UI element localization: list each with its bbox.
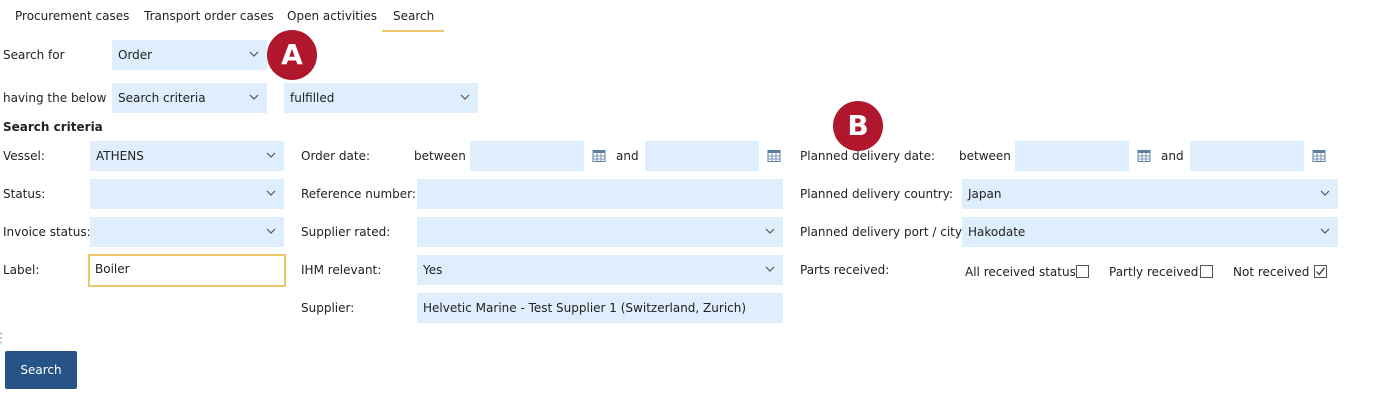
calendar-icon[interactable] bbox=[592, 149, 606, 163]
section-title: Search criteria bbox=[3, 120, 103, 134]
chevron-down-icon bbox=[1320, 228, 1330, 234]
reference-number-input[interactable] bbox=[417, 179, 783, 209]
chevron-down-icon bbox=[249, 51, 259, 57]
criteria-value: Search criteria bbox=[118, 91, 206, 105]
planned-delivery-date-to-input[interactable] bbox=[1190, 141, 1304, 171]
partly-received-checkbox[interactable] bbox=[1200, 265, 1213, 278]
order-date-and: and bbox=[616, 149, 639, 163]
partly-received-label: Partly received bbox=[1109, 265, 1199, 279]
chevron-down-icon bbox=[1320, 190, 1330, 196]
vessel-value: ATHENS bbox=[96, 149, 144, 163]
planned-delivery-country-value: Japan bbox=[968, 187, 1002, 201]
tab-procurement-cases[interactable]: Procurement cases bbox=[4, 0, 140, 32]
planned-delivery-date-between: between bbox=[959, 149, 1011, 163]
tab-open-activities[interactable]: Open activities bbox=[276, 0, 388, 32]
status-select[interactable] bbox=[90, 179, 284, 209]
ihm-relevant-select[interactable]: Yes bbox=[417, 255, 783, 285]
order-date-to-input[interactable] bbox=[645, 141, 759, 171]
chevron-down-icon bbox=[266, 228, 276, 234]
search-button[interactable]: Search bbox=[5, 351, 77, 389]
calendar-icon[interactable] bbox=[1137, 149, 1151, 163]
search-for-select[interactable]: Order bbox=[112, 40, 267, 70]
fulfillment-value: fulfilled bbox=[290, 91, 335, 105]
criteria-select[interactable]: Search criteria bbox=[112, 83, 267, 113]
vessel-label: Vessel: bbox=[3, 149, 45, 163]
fulfillment-select[interactable]: fulfilled bbox=[284, 83, 478, 113]
planned-delivery-country-label: Planned delivery country: bbox=[800, 187, 954, 201]
order-date-between: between bbox=[414, 149, 466, 163]
having-label: having the below bbox=[3, 91, 107, 105]
planned-delivery-country-select[interactable]: Japan bbox=[962, 179, 1338, 209]
all-received-status-checkbox[interactable] bbox=[1076, 265, 1089, 278]
invoice-status-select[interactable] bbox=[90, 217, 284, 247]
ihm-relevant-label: IHM relevant: bbox=[301, 263, 382, 277]
order-date-from-input[interactable] bbox=[470, 141, 584, 171]
not-received-checkbox[interactable] bbox=[1314, 265, 1327, 278]
supplier-rated-label: Supplier rated: bbox=[301, 225, 391, 239]
ihm-relevant-value: Yes bbox=[423, 263, 443, 277]
invoice-status-label: Invoice status: bbox=[3, 225, 91, 239]
planned-delivery-date-from-input[interactable] bbox=[1015, 141, 1129, 171]
chevron-down-icon bbox=[765, 266, 775, 272]
planned-delivery-port-select[interactable]: Hakodate bbox=[962, 217, 1338, 247]
calendar-icon[interactable] bbox=[1312, 149, 1326, 163]
partly-received-option[interactable]: Partly received bbox=[1109, 257, 1198, 287]
all-received-status-label: All received status bbox=[965, 265, 1076, 279]
tab-search[interactable]: Search bbox=[382, 0, 444, 32]
planned-delivery-port-label: Planned delivery port / city: bbox=[800, 225, 966, 239]
chevron-down-icon bbox=[266, 190, 276, 196]
annotation-marker-a: A bbox=[267, 30, 317, 80]
not-received-label: Not received bbox=[1233, 265, 1310, 279]
order-date-label: Order date: bbox=[301, 149, 371, 163]
reference-number-label: Reference number: bbox=[301, 187, 416, 201]
calendar-icon[interactable] bbox=[767, 149, 781, 163]
chevron-down-icon bbox=[765, 228, 775, 234]
supplier-input[interactable]: Helvetic Marine - Test Supplier 1 (Switz… bbox=[417, 293, 783, 323]
chevron-down-icon bbox=[266, 152, 276, 158]
planned-delivery-date-and: and bbox=[1161, 149, 1184, 163]
label-label: Label: bbox=[3, 263, 40, 277]
parts-received-label: Parts received: bbox=[800, 263, 890, 277]
search-for-label: Search for bbox=[3, 48, 65, 62]
chevron-down-icon bbox=[249, 94, 259, 100]
all-received-status-option[interactable]: All received status bbox=[965, 257, 1076, 287]
chevron-down-icon bbox=[460, 94, 470, 100]
search-for-value: Order bbox=[118, 48, 153, 62]
planned-delivery-port-value: Hakodate bbox=[968, 225, 1026, 239]
supplier-value: Helvetic Marine - Test Supplier 1 (Switz… bbox=[423, 301, 747, 315]
not-received-option[interactable]: Not received bbox=[1233, 257, 1309, 287]
label-input-value: Boiler bbox=[95, 262, 130, 276]
resize-grip-icon[interactable] bbox=[0, 332, 2, 344]
tab-transport-order-cases[interactable]: Transport order cases bbox=[133, 0, 285, 32]
checkmark-icon bbox=[1316, 267, 1326, 276]
label-input[interactable]: Boiler bbox=[88, 254, 286, 287]
status-label: Status: bbox=[3, 187, 46, 201]
planned-delivery-date-label: Planned delivery date: bbox=[800, 149, 936, 163]
vessel-select[interactable]: ATHENS bbox=[90, 141, 284, 171]
supplier-label: Supplier: bbox=[301, 301, 355, 315]
supplier-rated-select[interactable] bbox=[417, 217, 783, 247]
